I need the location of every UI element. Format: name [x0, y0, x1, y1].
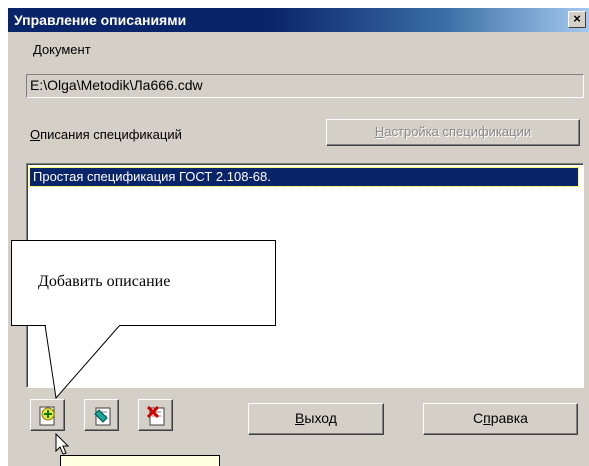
callout-text: Добавить описание [38, 273, 171, 290]
specs-label-rest: писания спецификаций [40, 127, 182, 142]
spec-setup-rest: астройка спецификации [384, 124, 532, 139]
help-mnemonic: п [483, 410, 491, 426]
mouse-cursor-icon [55, 433, 70, 455]
help-prefix: С [473, 410, 484, 426]
exit-button[interactable]: Выход [248, 403, 384, 435]
edit-description-icon [94, 407, 111, 426]
edit-description-button[interactable] [84, 399, 119, 431]
hover-hint [60, 455, 220, 466]
document-path-field: E:\Olga\Metodik\Ла666.cdw [26, 74, 584, 98]
specs-label: Описания спецификаций [30, 127, 182, 142]
add-description-icon [39, 406, 55, 426]
close-icon: × [573, 11, 581, 26]
title-bar[interactable]: Управление описаниями × [8, 8, 589, 32]
specs-label-mnemonic: О [30, 127, 41, 142]
document-label: Документ [33, 42, 91, 57]
window-title: Управление описаниями [14, 12, 187, 28]
exit-mnemonic: В [295, 410, 305, 426]
delete-description-icon [147, 406, 165, 426]
callout-box: Добавить описание [11, 240, 276, 326]
delete-description-button[interactable] [138, 399, 173, 431]
help-rest: равка [490, 410, 528, 426]
add-description-button[interactable] [30, 399, 65, 431]
spec-setup-mnemonic: Н [374, 124, 385, 139]
close-button[interactable]: × [568, 11, 586, 28]
exit-rest: ыход [304, 410, 337, 426]
help-button[interactable]: Справка [423, 403, 578, 435]
spec-setup-button[interactable]: Настройка спецификации [326, 119, 580, 146]
list-item[interactable]: Простая спецификация ГОСТ 2.108-68. [29, 167, 579, 187]
